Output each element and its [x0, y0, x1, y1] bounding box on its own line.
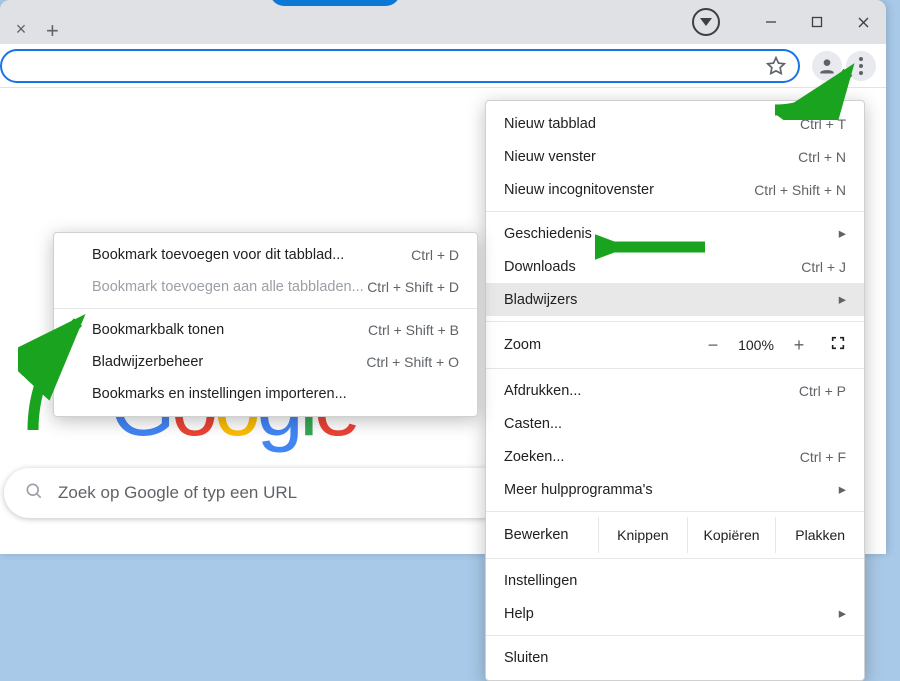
menu-downloads[interactable]: Downloads Ctrl + J: [486, 250, 864, 283]
tab-strip: × +: [0, 0, 692, 44]
main-menu: Nieuw tabblad Ctrl + T Nieuw venster Ctr…: [485, 100, 865, 681]
menu-item-label: Bookmarkbalk tonen: [92, 322, 368, 338]
menu-item-label: Downloads: [504, 259, 801, 275]
menu-separator: [486, 368, 864, 369]
chevron-right-icon: ▸: [839, 606, 846, 622]
menu-item-label: Nieuw venster: [504, 149, 798, 165]
zoom-out-button[interactable]: −: [696, 335, 730, 356]
chevron-right-icon: ▸: [839, 226, 846, 242]
submenu-import-bookmarks[interactable]: Bookmarks en instellingen importeren...: [54, 378, 477, 410]
menu-bookmarks[interactable]: Bladwijzers ▸: [486, 283, 864, 316]
submenu-bookmark-tab[interactable]: Bookmark toevoegen voor dit tabblad... C…: [54, 239, 477, 271]
new-tab-button[interactable]: +: [46, 18, 59, 44]
menu-item-label: Nieuw tabblad: [504, 116, 800, 132]
menu-history[interactable]: Geschiedenis ▸: [486, 217, 864, 250]
zoom-in-button[interactable]: +: [782, 335, 816, 356]
menu-item-label: Bladwijzerbeheer: [92, 354, 366, 370]
menu-separator: [54, 308, 477, 309]
fullscreen-button[interactable]: [830, 335, 846, 355]
menu-item-shortcut: Ctrl + F: [800, 449, 846, 465]
window-close-button[interactable]: [840, 0, 886, 44]
close-icon: ×: [16, 19, 27, 40]
submenu-show-bookmarks-bar[interactable]: ✓ Bookmarkbalk tonen Ctrl + Shift + B: [54, 314, 477, 346]
menu-paste[interactable]: Plakken: [775, 517, 864, 553]
menu-zoom: Zoom − 100% +: [486, 327, 864, 363]
menu-exit[interactable]: Sluiten: [486, 641, 864, 674]
menu-new-window[interactable]: Nieuw venster Ctrl + N: [486, 140, 864, 173]
submenu-bookmark-manager[interactable]: Bladwijzerbeheer Ctrl + Shift + O: [54, 346, 477, 378]
chevron-right-icon: ▸: [839, 292, 846, 308]
menu-item-shortcut: Ctrl + Shift + B: [368, 322, 459, 338]
person-icon: [817, 56, 837, 76]
menu-item-shortcut: Ctrl + T: [800, 116, 846, 132]
zoom-value: 100%: [730, 337, 782, 353]
maximize-button[interactable]: [794, 0, 840, 44]
bookmarks-submenu: Bookmark toevoegen voor dit tabblad... C…: [53, 232, 478, 417]
menu-item-label: Meer hulpprogramma's: [504, 482, 833, 498]
menu-item-label: Zoeken...: [504, 449, 800, 465]
submenu-bookmark-all: Bookmark toevoegen aan alle tabbladen...…: [54, 271, 477, 303]
menu-print[interactable]: Afdrukken... Ctrl + P: [486, 374, 864, 407]
menu-item-label: Geschiedenis: [504, 226, 833, 242]
search-placeholder: Zoek op Google of typ een URL: [58, 483, 297, 503]
menu-cast[interactable]: Casten...: [486, 407, 864, 440]
menu-item-shortcut: Ctrl + N: [798, 149, 846, 165]
toolbar: [0, 44, 886, 88]
menu-item-shortcut: Ctrl + Shift + D: [367, 279, 459, 295]
minimize-button[interactable]: [748, 0, 794, 44]
menu-item-label: Sluiten: [504, 650, 846, 666]
titlebar: × +: [0, 0, 886, 44]
check-icon: ✓: [66, 322, 78, 338]
menu-item-shortcut: Ctrl + Shift + N: [754, 182, 846, 198]
menu-item-label: Bewerken: [504, 527, 598, 543]
customize-menu-button[interactable]: [846, 51, 876, 81]
close-tab-button[interactable]: ×: [10, 14, 32, 44]
menu-separator: [486, 635, 864, 636]
menu-new-tab[interactable]: Nieuw tabblad Ctrl + T: [486, 107, 864, 140]
menu-item-shortcut: Ctrl + D: [411, 247, 459, 263]
menu-item-label: Afdrukken...: [504, 383, 799, 399]
menu-find[interactable]: Zoeken... Ctrl + F: [486, 440, 864, 473]
menu-item-shortcut: Ctrl + J: [801, 259, 846, 275]
chevron-right-icon: ▸: [839, 482, 846, 498]
menu-item-label: Nieuw incognitovenster: [504, 182, 754, 198]
menu-separator: [486, 321, 864, 322]
menu-item-label: Bladwijzers: [504, 292, 833, 308]
search-icon: [24, 481, 44, 506]
menu-item-label: Bookmark toevoegen aan alle tabbladen...: [92, 279, 367, 295]
window-accent: [270, 0, 400, 6]
menu-item-label: Help: [504, 606, 833, 622]
menu-help[interactable]: Help ▸: [486, 597, 864, 630]
menu-separator: [486, 558, 864, 559]
profile-button[interactable]: [812, 51, 842, 81]
menu-separator: [486, 511, 864, 512]
menu-item-label: Bookmarks en instellingen importeren...: [92, 386, 459, 402]
menu-item-label: Bookmark toevoegen voor dit tabblad...: [92, 247, 411, 263]
menu-item-label: Instellingen: [504, 573, 846, 589]
bookmark-star-icon[interactable]: [764, 54, 788, 78]
menu-item-shortcut: Ctrl + P: [799, 383, 846, 399]
menu-settings[interactable]: Instellingen: [486, 564, 864, 597]
menu-item-shortcut: Ctrl + Shift + O: [366, 354, 459, 370]
menu-item-label: Casten...: [504, 416, 846, 432]
window-controls: [692, 0, 886, 44]
menu-more-tools[interactable]: Meer hulpprogramma's ▸: [486, 473, 864, 506]
menu-copy[interactable]: Kopiëren: [687, 517, 776, 553]
incognito-icon: [692, 8, 720, 36]
menu-separator: [486, 211, 864, 212]
menu-cut[interactable]: Knippen: [598, 517, 687, 553]
menu-new-incognito[interactable]: Nieuw incognitovenster Ctrl + Shift + N: [486, 173, 864, 206]
menu-item-label: Zoom: [504, 337, 696, 353]
menu-edit-row: Bewerken Knippen Kopiëren Plakken: [486, 517, 864, 553]
omnibox[interactable]: [0, 49, 800, 83]
